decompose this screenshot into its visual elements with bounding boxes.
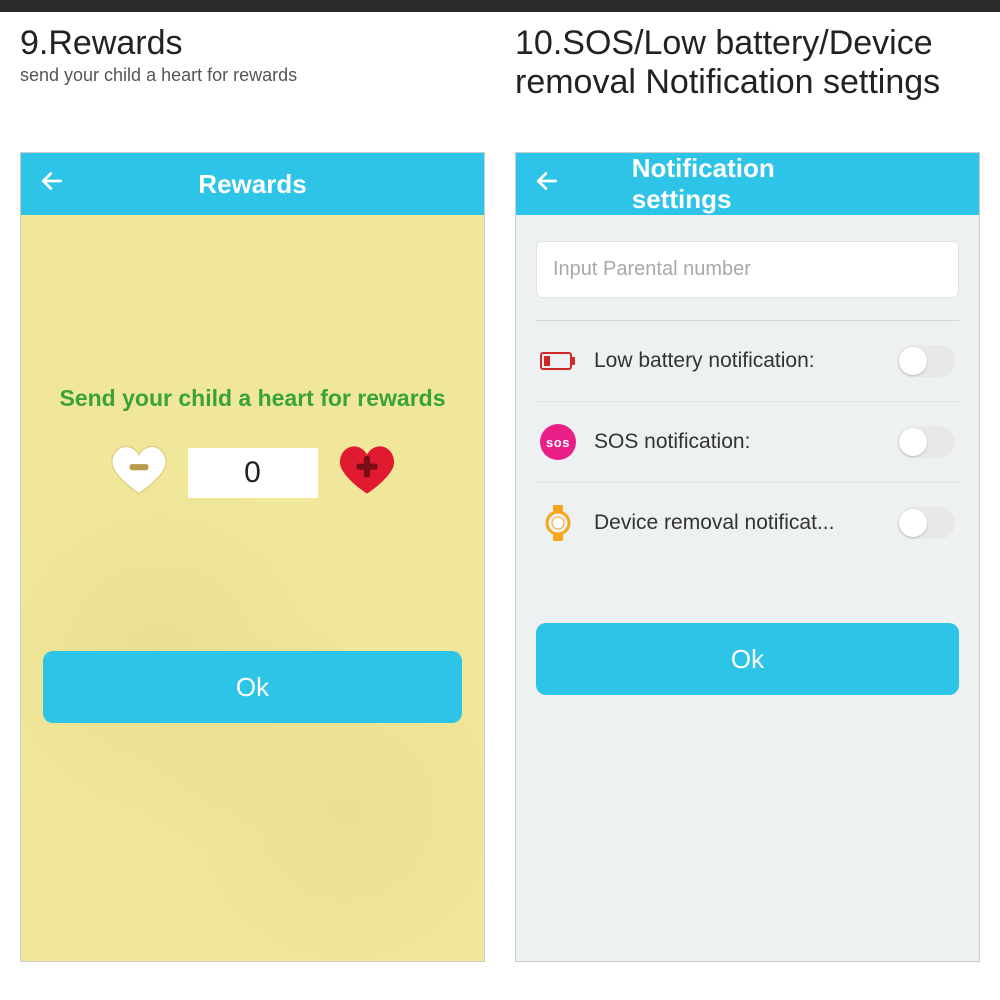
- ok-button[interactable]: Ok: [43, 651, 462, 723]
- section-subtitle: send your child a heart for rewards: [20, 65, 485, 86]
- sos-icon: sos: [540, 424, 576, 460]
- phone-rewards: Rewards Send your child a heart for rewa…: [20, 152, 485, 962]
- rewards-prompt: Send your child a heart for rewards: [60, 385, 446, 412]
- row-low-battery: Low battery notification:: [536, 321, 959, 402]
- low-battery-label: Low battery notification:: [594, 349, 879, 373]
- row-sos: sos SOS notification:: [536, 402, 959, 483]
- parental-number-input[interactable]: [553, 258, 942, 281]
- page-top-bar: [0, 0, 1000, 12]
- reward-count-value: 0: [188, 448, 318, 498]
- counter-row: 0: [110, 444, 396, 501]
- app-bar-rewards: Rewards: [21, 153, 484, 215]
- section-header-rewards: 9.Rewards send your child a heart for re…: [20, 12, 485, 152]
- watch-icon: [540, 505, 576, 541]
- battery-low-icon: [540, 343, 576, 379]
- sos-label: SOS notification:: [594, 430, 879, 454]
- section-header-notifications: 10.SOS/Low battery/Device removal Notifi…: [515, 12, 980, 152]
- section-title: 9.Rewards: [20, 24, 485, 63]
- back-arrow-icon[interactable]: [39, 168, 65, 201]
- row-device-removal: Device removal notificat...: [536, 483, 959, 563]
- heart-plus-button[interactable]: [338, 444, 396, 501]
- notif-body: Low battery notification: sos SOS notifi…: [516, 215, 979, 961]
- device-removal-label: Device removal notificat...: [594, 511, 879, 535]
- sos-toggle[interactable]: [897, 426, 955, 458]
- heart-minus-button[interactable]: [110, 444, 168, 501]
- columns-container: 9.Rewards send your child a heart for re…: [0, 12, 1000, 962]
- app-title: Notification settings: [632, 153, 864, 215]
- right-column: 10.SOS/Low battery/Device removal Notifi…: [515, 12, 980, 962]
- section-title: 10.SOS/Low battery/Device removal Notifi…: [515, 24, 980, 102]
- app-title: Rewards: [198, 169, 306, 200]
- left-column: 9.Rewards send your child a heart for re…: [20, 12, 485, 962]
- app-bar-notifications: Notification settings: [516, 153, 979, 215]
- device-removal-toggle[interactable]: [897, 507, 955, 539]
- phone-notifications: Notification settings Low battery notifi…: [515, 152, 980, 962]
- back-arrow-icon[interactable]: [534, 168, 560, 201]
- ok-button[interactable]: Ok: [536, 623, 959, 695]
- low-battery-toggle[interactable]: [897, 345, 955, 377]
- parental-number-wrap: [536, 241, 959, 298]
- rewards-body: Send your child a heart for rewards 0 Ok: [21, 215, 484, 961]
